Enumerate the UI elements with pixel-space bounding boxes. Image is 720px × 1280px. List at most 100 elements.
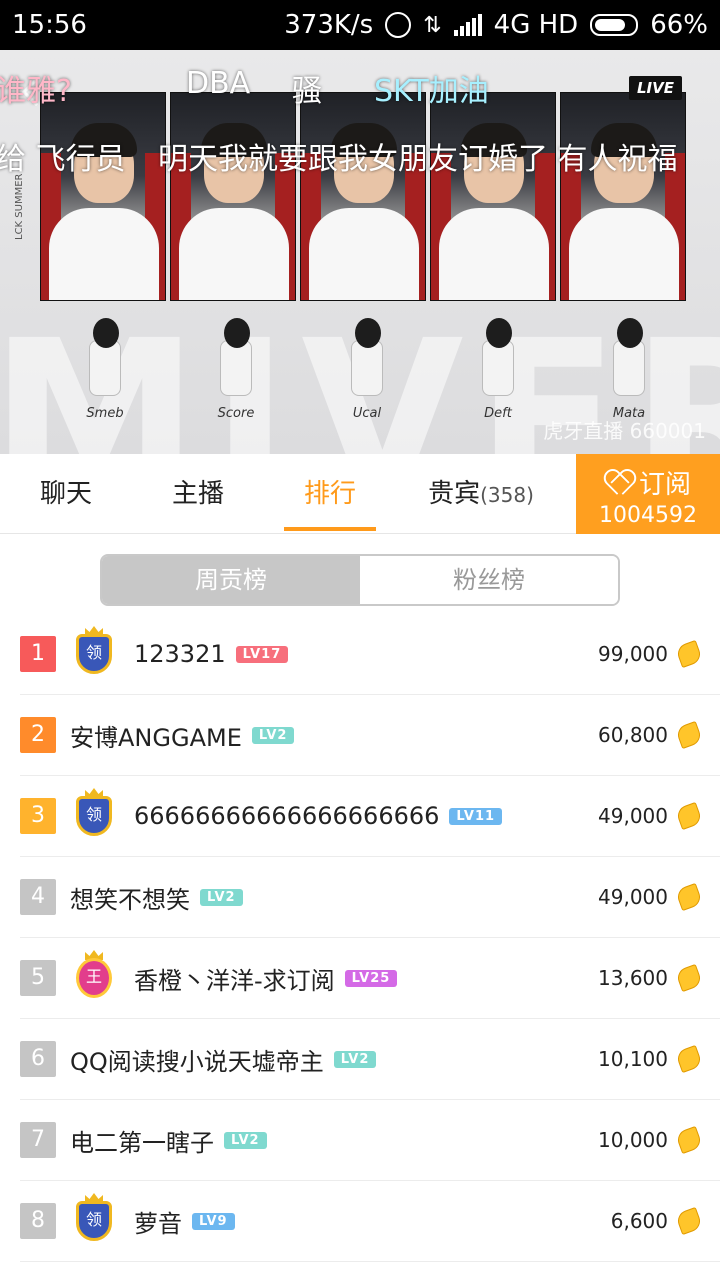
battery-icon (590, 14, 639, 36)
player-figure: Mata (566, 318, 692, 421)
gold-bean-icon (674, 1125, 704, 1155)
ranking-row[interactable]: 3 领 66666666666666666666 LV11 49,000 (20, 776, 720, 857)
rank-badge: 6 (20, 1041, 56, 1077)
contribution-value: 13,600 (598, 966, 668, 990)
stream-watermark: 虎牙直播 660001 (543, 419, 706, 443)
tab-host[interactable]: 主播 (132, 454, 264, 533)
tab-label: 聊天 (39, 479, 92, 509)
gold-bean-icon (674, 801, 704, 831)
subscribe-button[interactable]: 订阅 1004592 (576, 454, 720, 534)
subscribe-label: 订阅 (638, 470, 691, 500)
level-badge: LV2 (224, 1131, 267, 1149)
contribution-value: 6,600 (610, 1209, 668, 1233)
ranking-row[interactable]: 2 安博ANGGAME LV2 60,800 (20, 695, 720, 776)
network-type: 4G HD (493, 10, 579, 40)
ranking-row[interactable]: 6 QQ阅读搜小说天墟帝主 LV2 10,100 (20, 1019, 720, 1100)
tab-chat[interactable]: 聊天 (0, 454, 132, 533)
gold-bean-icon (674, 639, 704, 669)
level-badge: LV2 (333, 1050, 377, 1068)
player-figure: Ucal (304, 318, 430, 421)
user-name: 66666666666666666666 (134, 802, 440, 830)
level-badge: LV2 (251, 726, 295, 744)
contribution-value: 49,000 (598, 804, 668, 828)
tab-vip[interactable]: 贵宾(358) (396, 454, 566, 533)
signal-icon (453, 14, 482, 36)
contribution-value: 49,000 (598, 885, 668, 909)
rank-badge: 1 (20, 636, 56, 672)
player-figure: Deft (435, 318, 561, 421)
tab-ranking[interactable]: 排行 (264, 454, 396, 533)
contribution-value: 60,800 (598, 723, 668, 747)
player-cam (560, 92, 686, 301)
player-cams (40, 92, 686, 301)
alarm-icon (385, 12, 412, 38)
gold-bean-icon (674, 720, 704, 750)
video-player[interactable]: MIVER LCK SUMMER LIVE 谁雅? DBA 骚 SKT加油 给 … (0, 50, 720, 454)
fans-ranking-tab[interactable]: 粉丝榜 (360, 556, 618, 604)
contribution-value: 10,000 (598, 1128, 668, 1152)
danmaku-comment: SKT加油 (374, 74, 489, 109)
rank-badge: 8 (20, 1203, 56, 1239)
league-label: LCK SUMMER (14, 173, 25, 240)
subscriber-count: 1004592 (599, 503, 697, 528)
ranking-type-switch: 周贡榜 粉丝榜 (100, 554, 620, 606)
rank-badge: 4 (20, 879, 56, 915)
player-cam (170, 92, 296, 301)
danmaku-comment: 明天我就要跟我女朋友订婚了 有人祝福 (158, 142, 678, 177)
leader-medal-icon: 领 (70, 1193, 118, 1245)
player-name: Smeb (86, 406, 124, 421)
user-name: 电二第一瞎子 (70, 1128, 214, 1157)
tab-label: 排行 (303, 479, 356, 509)
level-badge: LV25 (344, 969, 398, 987)
level-badge: LV2 (200, 888, 243, 906)
weekly-contribution-tab[interactable]: 周贡榜 (102, 556, 360, 604)
rank-badge: 3 (20, 798, 56, 834)
status-right: 373K/s ⇅ 4G HD 66% (284, 10, 708, 40)
rank-badge: 7 (20, 1122, 56, 1158)
gold-bean-icon (674, 1206, 704, 1236)
player-figure: Smeb (42, 318, 168, 421)
status-time: 15:56 (12, 10, 87, 40)
player-name: Score (217, 406, 255, 421)
contribution-value: 99,000 (598, 642, 668, 666)
player-figure: Score (173, 318, 299, 421)
user-name: 萝音 (134, 1209, 182, 1238)
rank-badge: 2 (20, 717, 56, 753)
ranking-row[interactable]: 1 领 123321 LV17 99,000 (20, 614, 720, 695)
live-badge: LIVE (629, 76, 682, 100)
heart-plus-icon (605, 471, 631, 495)
gold-bean-icon (674, 1044, 704, 1074)
leader-medal-icon: 领 (70, 626, 118, 678)
user-name: 安博ANGGAME (70, 723, 242, 752)
danmaku-comment: DBA (186, 66, 251, 101)
ranking-list: 1 领 123321 LV17 99,000 2 安博ANGGAME LV2 6… (0, 614, 720, 1262)
player-name: Deft (484, 406, 512, 421)
danmaku-comment: 骚 (292, 74, 322, 109)
level-badge: LV17 (235, 645, 289, 663)
vip-count: (358) (480, 483, 534, 507)
level-badge: LV11 (449, 807, 503, 825)
rank-badge: 5 (20, 960, 56, 996)
tab-label: 主播 (171, 479, 224, 509)
ranking-row[interactable]: 5 王 香橙丶洋洋-求订阅 LV25 13,600 (20, 938, 720, 1019)
gold-bean-icon (674, 882, 704, 912)
danmaku-comment: 谁雅? (0, 74, 72, 109)
room-tabs: 聊天 主播 排行 贵宾(358) 订阅 1004592 (0, 454, 720, 534)
user-name: 123321 (134, 640, 226, 668)
user-name: 想笑不想笑 (70, 885, 190, 914)
ranking-row[interactable]: 7 电二第一瞎子 LV2 10,000 (20, 1100, 720, 1181)
ranking-row[interactable]: 4 想笑不想笑 LV2 49,000 (20, 857, 720, 938)
player-lineup: Smeb Score Ucal Deft Mata (42, 318, 692, 421)
contribution-value: 10,100 (598, 1047, 668, 1071)
player-cam (40, 92, 166, 301)
leader-medal-icon: 领 (70, 788, 118, 840)
gold-bean-icon (674, 963, 704, 993)
tab-label: 贵宾 (428, 479, 481, 509)
level-badge: LV9 (192, 1212, 235, 1230)
king-medal-icon: 王 (70, 950, 118, 1002)
status-bar: 15:56 373K/s ⇅ 4G HD 66% (0, 0, 720, 50)
battery-level: 66% (650, 10, 708, 40)
player-name: Ucal (352, 406, 382, 421)
ranking-row[interactable]: 8 领 萝音 LV9 6,600 (20, 1181, 720, 1262)
player-cam (300, 92, 426, 301)
